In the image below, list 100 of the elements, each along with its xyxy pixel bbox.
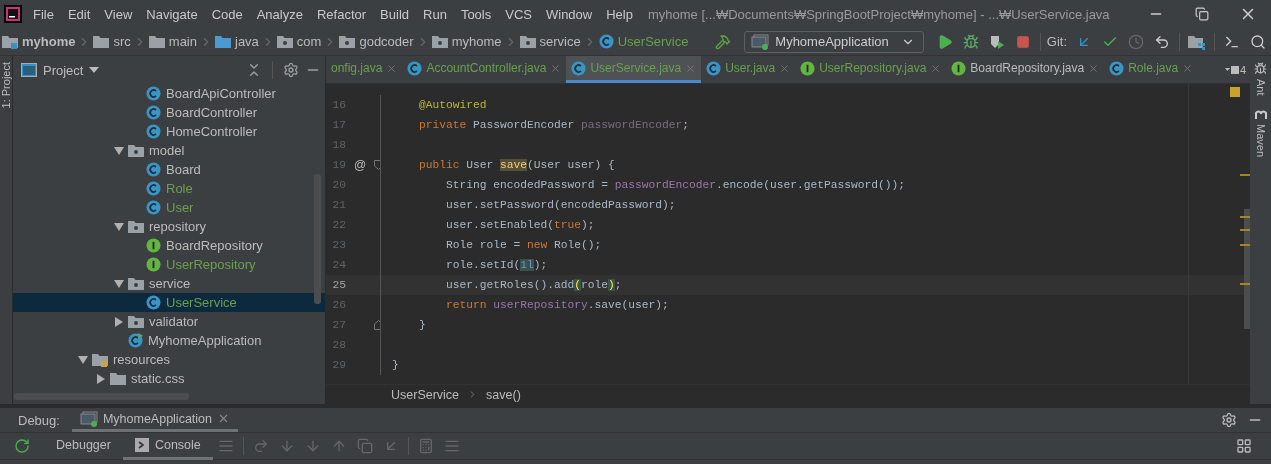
shield-play-icon[interactable] bbox=[988, 33, 1005, 50]
menu-item[interactable]: View bbox=[97, 6, 140, 22]
line-number: 19 bbox=[331, 159, 346, 171]
tree-item[interactable]: model bbox=[13, 141, 325, 160]
file-tab[interactable]: User.java bbox=[701, 56, 796, 83]
folder-grid-icon[interactable] bbox=[1188, 33, 1206, 50]
tree-item[interactable]: User bbox=[13, 198, 325, 217]
expanded-arrow-icon[interactable] bbox=[114, 146, 124, 155]
project-stripe-button[interactable]: 1: Project bbox=[0, 62, 12, 109]
tree-item[interactable]: UserRepository bbox=[13, 255, 325, 274]
interface-icon bbox=[800, 60, 816, 76]
breadcrumb-item[interactable]: UserService bbox=[598, 34, 689, 49]
menu-item[interactable]: Window bbox=[538, 6, 600, 22]
tree-item[interactable]: BoardApiController bbox=[13, 84, 325, 103]
tree-item[interactable]: BoardController bbox=[13, 103, 325, 122]
run-configuration-dropdown[interactable]: MyhomeApplication bbox=[744, 30, 924, 53]
breadcrumb-item[interactable]: myhome bbox=[2, 34, 76, 49]
hammer-icon[interactable] bbox=[715, 33, 732, 50]
code-line: Role role = new Role(); bbox=[445, 239, 602, 251]
tree-item[interactable]: resources bbox=[13, 350, 325, 369]
menu-item[interactable]: Run bbox=[416, 6, 454, 22]
menu-icon[interactable] bbox=[217, 438, 234, 454]
code-line: role.setId(1l); bbox=[445, 259, 548, 271]
menu-item[interactable]: Tools bbox=[453, 6, 499, 22]
restore-icon[interactable] bbox=[1195, 7, 1209, 21]
settings-icon[interactable] bbox=[1221, 412, 1237, 428]
file-tab[interactable]: Role.java bbox=[1104, 56, 1199, 83]
folder-icon bbox=[128, 314, 144, 329]
collapsed-arrow-icon[interactable] bbox=[115, 316, 123, 327]
line-number: 28 bbox=[331, 339, 346, 351]
tree-item[interactable]: validator bbox=[13, 312, 325, 331]
breadcrumb-item[interactable]: com bbox=[276, 34, 322, 49]
debug-tab[interactable]: Debugger bbox=[44, 432, 123, 460]
step-over-icon[interactable] bbox=[252, 438, 269, 454]
ant-stripe-button[interactable]: Ant bbox=[1254, 79, 1267, 96]
close-icon[interactable] bbox=[217, 412, 230, 425]
fold-icon[interactable] bbox=[374, 320, 380, 330]
tree-item[interactable]: BoardRepository bbox=[13, 236, 325, 255]
debug-session-tab[interactable]: MyhomeApplication bbox=[71, 408, 238, 432]
layout-icon[interactable] bbox=[1236, 438, 1252, 454]
breadcrumb-item[interactable]: myhome bbox=[431, 34, 502, 49]
tree-item[interactable]: Board bbox=[13, 160, 325, 179]
tree-item[interactable]: repository bbox=[13, 217, 325, 236]
class-icon bbox=[598, 34, 614, 49]
code-line: user.setEnabled(true); bbox=[445, 219, 595, 231]
menu-item[interactable]: Edit bbox=[60, 6, 98, 22]
menu-item[interactable]: File bbox=[26, 6, 61, 22]
expanded-arrow-icon[interactable] bbox=[114, 222, 124, 231]
panel-title[interactable]: Project bbox=[43, 62, 84, 78]
caret-icon[interactable] bbox=[89, 67, 100, 73]
tree-item[interactable]: HomeController bbox=[13, 122, 325, 141]
breadcrumb-item[interactable]: src bbox=[93, 34, 131, 49]
interface-icon bbox=[146, 238, 161, 253]
menu-item[interactable]: Build bbox=[373, 6, 416, 22]
file-tab[interactable]: BoardRepository.java bbox=[946, 56, 1105, 83]
rerun-icon[interactable] bbox=[14, 438, 30, 454]
bug-icon bbox=[1254, 62, 1267, 75]
breadcrumb-item[interactable]: java bbox=[215, 34, 259, 49]
class-icon bbox=[706, 60, 722, 76]
breadcrumb-item[interactable]: service bbox=[519, 34, 581, 49]
bug-icon[interactable] bbox=[962, 33, 979, 50]
breadcrumb-item[interactable]: main bbox=[148, 34, 197, 49]
class-icon bbox=[146, 162, 161, 177]
trace-icon[interactable] bbox=[443, 438, 460, 454]
scrollbar[interactable] bbox=[14, 393, 189, 400]
hidden-tabs-button[interactable]: 4 bbox=[1218, 56, 1250, 83]
line-number: 17 bbox=[331, 119, 346, 131]
gutter-marker[interactable]: @ bbox=[346, 158, 374, 172]
debug-label: Debug: bbox=[18, 412, 60, 428]
menu-item[interactable]: Analyze bbox=[249, 6, 310, 22]
settings-icon[interactable] bbox=[283, 62, 299, 78]
calculator-icon[interactable] bbox=[417, 438, 434, 454]
menu-item[interactable]: Code bbox=[204, 6, 250, 22]
tree-item[interactable]: UserService bbox=[13, 293, 325, 312]
tree-item[interactable]: service bbox=[13, 274, 325, 293]
stop-icon[interactable] bbox=[1015, 34, 1030, 49]
breadcrumb-item[interactable]: UserService bbox=[391, 387, 460, 402]
file-tab[interactable]: UserRepository.java bbox=[795, 56, 947, 83]
menu-item[interactable]: VCS bbox=[498, 6, 539, 22]
file-tab[interactable]: AccountController.java bbox=[402, 56, 567, 83]
search-icon[interactable] bbox=[1250, 33, 1266, 50]
file-tab[interactable]: onfig.java bbox=[326, 56, 403, 83]
tree-item[interactable]: MyhomeApplication bbox=[13, 331, 325, 350]
undo-icon[interactable] bbox=[1154, 33, 1170, 50]
breadcrumb-item[interactable]: godcoder bbox=[339, 34, 414, 49]
scrollbar[interactable] bbox=[314, 174, 321, 304]
menu-item[interactable]: Navigate bbox=[139, 6, 205, 22]
breadcrumb-item[interactable]: save() bbox=[486, 387, 521, 402]
collapsed-arrow-icon[interactable] bbox=[97, 373, 105, 384]
maven-stripe-button[interactable]: Maven bbox=[1254, 123, 1267, 157]
menu-item[interactable]: Help bbox=[599, 6, 640, 22]
tree-item[interactable]: Role bbox=[13, 179, 325, 198]
expanded-arrow-icon[interactable] bbox=[114, 279, 124, 288]
drop-frame-icon[interactable] bbox=[356, 438, 373, 454]
clock-icon[interactable] bbox=[1128, 33, 1144, 50]
expanded-arrow-icon[interactable] bbox=[78, 355, 88, 364]
menu-item[interactable]: Refactor bbox=[309, 6, 374, 22]
fold-icon[interactable] bbox=[374, 160, 380, 170]
tree-item[interactable]: static.css bbox=[13, 369, 325, 388]
line-number: 24 bbox=[331, 259, 346, 271]
